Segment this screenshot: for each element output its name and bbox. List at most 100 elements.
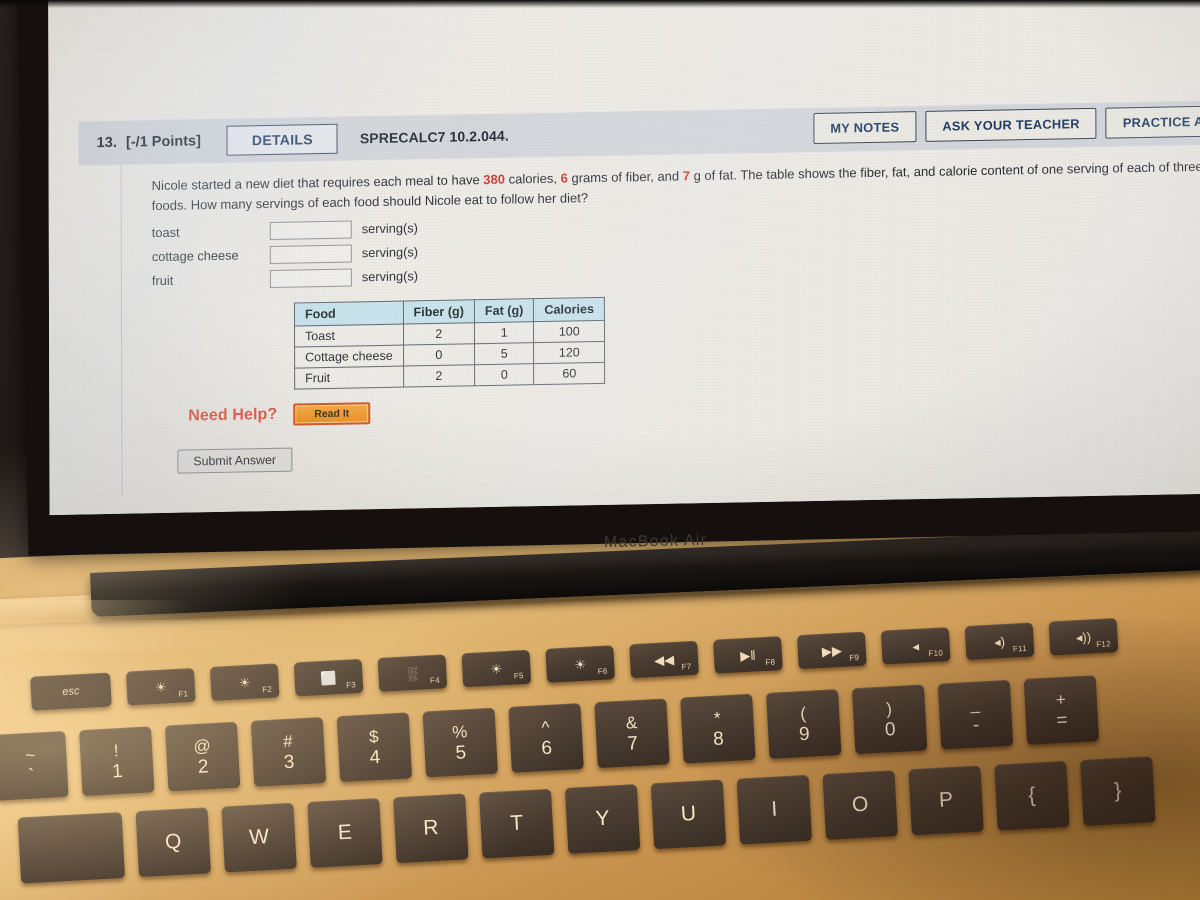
key-esc[interactable]: esc xyxy=(30,672,112,711)
f2-brightness-up-icon: ☀ xyxy=(238,674,251,691)
f11-volume-down-icon: ◂) xyxy=(993,633,1006,650)
key-7[interactable]: & 7 xyxy=(594,698,670,769)
screenshot-root: yielding $ Need Help? Read It 13. [-/1 P… xyxy=(0,0,1200,900)
key-9[interactable]: (9 xyxy=(766,689,842,759)
problem-number: 13. xyxy=(96,134,118,152)
key-=[interactable]: + = xyxy=(1023,675,1100,745)
key-label: 2 xyxy=(197,755,210,778)
key-label: 6 xyxy=(540,737,553,759)
table-cell: 0 xyxy=(403,343,475,367)
key-W[interactable]: W xyxy=(221,802,297,873)
f12-volume-up-icon: ◂)) xyxy=(1075,628,1092,645)
table-cell: 0 xyxy=(474,363,535,386)
fn-key-label: F9 xyxy=(849,652,860,663)
answer-input-toast[interactable] xyxy=(269,219,352,240)
key-f11-volume-down[interactable]: ◂) F11 xyxy=(964,622,1035,661)
key-tab[interactable] xyxy=(17,812,126,884)
fn-key-label: F2 xyxy=(261,684,273,695)
key-f9-fast-forward[interactable]: ▶▶ F9 xyxy=(796,631,867,670)
key-label: esc xyxy=(62,685,80,699)
key-f5-keyboard-dim[interactable]: ☀ F5 xyxy=(461,649,532,688)
key-shift-label: $ xyxy=(368,726,380,747)
key-}[interactable]: } xyxy=(1080,756,1156,827)
answer-unit: serving(s) xyxy=(361,220,418,237)
fn-key-label: F4 xyxy=(429,675,441,686)
answer-label-toast: toast xyxy=(151,224,180,241)
table-cell: 2 xyxy=(403,364,475,388)
key-P[interactable]: P xyxy=(908,765,984,836)
key-f10-mute[interactable]: ◂ F10 xyxy=(880,627,951,665)
key-f12-volume-up[interactable]: ◂)) F12 xyxy=(1048,617,1119,656)
key-E[interactable]: E xyxy=(307,798,383,868)
f10-mute-icon: ◂ xyxy=(912,638,920,654)
ask-your-teacher-button[interactable]: ASK YOUR TEACHER xyxy=(925,107,1097,142)
answer-unit: serving(s) xyxy=(361,268,419,285)
key-label: 7 xyxy=(626,732,639,755)
key-8[interactable]: * 8 xyxy=(680,693,756,764)
details-button[interactable]: DETAILS xyxy=(226,123,338,156)
fn-key-label: F1 xyxy=(178,689,189,699)
practice-another-button[interactable]: PRACTICE ANOTHER xyxy=(1105,104,1200,139)
my-notes-button[interactable]: MY NOTES xyxy=(813,111,917,145)
key-0[interactable]: ) 0 xyxy=(851,684,928,755)
fn-key-label: F6 xyxy=(597,666,608,677)
key-f6-keyboard-bright[interactable]: ☀ F6 xyxy=(545,645,616,683)
key-Y[interactable]: Y xyxy=(564,784,641,854)
f9-fast-forward-icon: ▶▶ xyxy=(821,642,843,659)
fn-key-label: F10 xyxy=(928,648,944,659)
key-3[interactable]: #3 xyxy=(250,717,327,787)
key-6[interactable]: ^ 6 xyxy=(508,703,584,773)
answer-label-fruit: fruit xyxy=(151,272,174,289)
key-4[interactable]: $4 xyxy=(336,712,413,783)
key--[interactable]: _ - xyxy=(937,679,1014,750)
key-f1-brightness-down[interactable]: ☀ F1 xyxy=(125,667,196,706)
key-T[interactable]: T xyxy=(479,788,555,859)
f8-play-pause-icon: ▶‖ xyxy=(739,647,757,663)
table-cell: 120 xyxy=(533,341,605,364)
col-header-fat: Fat (g) xyxy=(474,298,534,323)
key-label: W xyxy=(248,825,270,850)
key-O[interactable]: O xyxy=(822,770,898,840)
key-label: R xyxy=(422,815,440,840)
submit-answer-button[interactable]: Submit Answer xyxy=(177,447,293,474)
answer-input-fruit[interactable] xyxy=(269,267,352,288)
fn-key-label: F11 xyxy=(1012,643,1028,654)
key-1[interactable]: ! 1 xyxy=(79,726,155,797)
key-label: 0 xyxy=(884,718,897,741)
key-label: ` xyxy=(27,765,36,787)
key-2[interactable]: @2 xyxy=(164,721,241,792)
statement-text: grams of fiber, and xyxy=(567,168,683,186)
table-cell: Toast xyxy=(294,324,404,348)
f3-mission-control-icon: ⬜ xyxy=(320,669,338,686)
key-label: T xyxy=(509,811,524,836)
key-{[interactable]: { xyxy=(994,760,1070,831)
key-I[interactable]: I xyxy=(736,774,813,845)
webassign-page: yielding $ Need Help? Read It 13. [-/1 P… xyxy=(48,0,1200,516)
key-R[interactable]: R xyxy=(393,793,469,864)
f7-rewind-icon: ◀◀ xyxy=(653,651,675,668)
statement-text: Nicole started a new diet that requires … xyxy=(151,172,484,194)
key-Q[interactable]: Q xyxy=(135,807,211,878)
key-f7-rewind[interactable]: ◀◀ F7 xyxy=(629,640,699,679)
laptop-screen: yielding $ Need Help? Read It 13. [-/1 P… xyxy=(48,0,1200,516)
fn-key-label: F3 xyxy=(345,680,357,690)
col-header-food: Food xyxy=(294,301,404,327)
key-f3-mission-control[interactable]: ⬜ F3 xyxy=(293,658,364,697)
key-shift-label: @ xyxy=(192,735,212,756)
key-label: Q xyxy=(164,829,182,854)
answer-input-cottage-cheese[interactable] xyxy=(269,243,352,264)
key-`[interactable]: ~ ` xyxy=(0,730,69,801)
key-label: 9 xyxy=(798,723,811,745)
key-U[interactable]: U xyxy=(650,779,727,850)
table-cell: 60 xyxy=(533,362,605,385)
key-f4-launchpad[interactable]: ░ F4 xyxy=(377,654,448,692)
key-shift-label: & xyxy=(625,712,638,733)
key-f2-brightness-up[interactable]: ☀ F2 xyxy=(209,663,280,702)
key-5[interactable]: % 5 xyxy=(422,707,498,778)
problem-code: SPRECALC7 10.2.044. xyxy=(359,127,509,147)
key-label: - xyxy=(972,714,980,736)
read-it-button-bottom[interactable]: Read It xyxy=(293,402,371,426)
answer-label-cottage-cheese: cottage cheese xyxy=(151,247,239,265)
key-shift-label: _ xyxy=(969,694,981,714)
key-f8-play-pause[interactable]: ▶‖ F8 xyxy=(713,636,783,674)
